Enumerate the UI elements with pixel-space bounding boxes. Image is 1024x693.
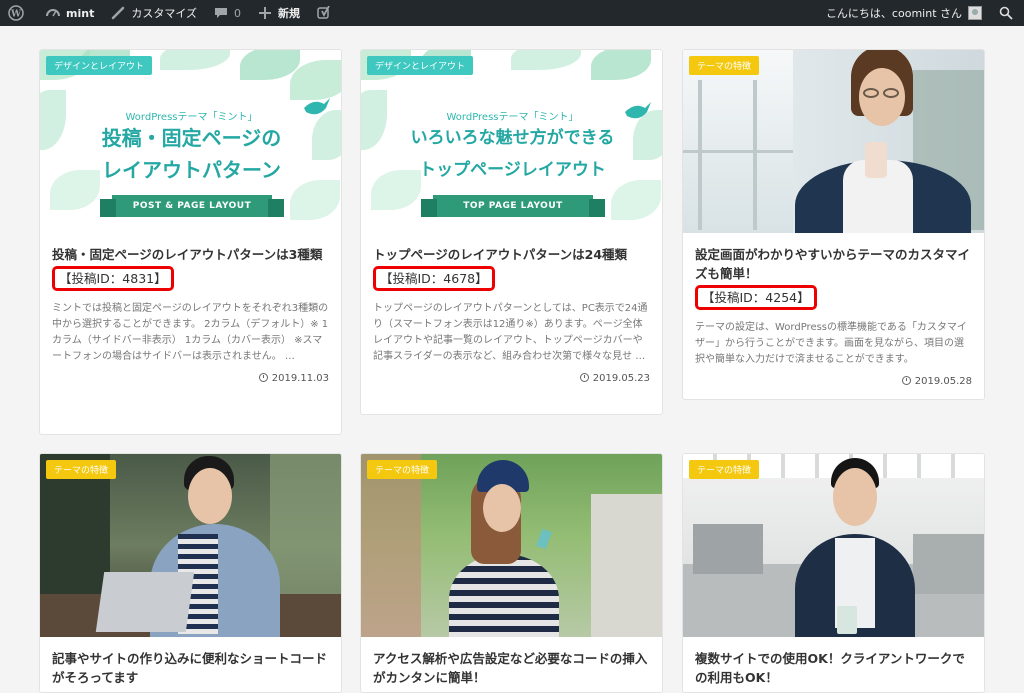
post-excerpt: ミントでは投稿と固定ページのレイアウトをそれぞれ3種類の中から選択することができ… bbox=[52, 303, 329, 362]
photo-thumbnail bbox=[683, 50, 984, 233]
post-card-6[interactable]: テーマの特徴 複数サイトでの使用OK！クライアントワークでの利用もOK！ bbox=[682, 453, 985, 693]
new-label: 新規 bbox=[278, 7, 300, 20]
photo-thumbnail bbox=[361, 454, 662, 637]
post-date: 2019.05.28 bbox=[683, 368, 984, 397]
post-title[interactable]: 記事やサイトの作り込みに便利なショートコードがそろってます bbox=[52, 649, 329, 687]
wordpress-icon: W bbox=[8, 5, 24, 21]
my-account-menu[interactable]: こんにちは、coomint さん bbox=[818, 0, 990, 26]
yoast-icon bbox=[316, 5, 332, 21]
post-thumbnail[interactable]: テーマの特徴 bbox=[361, 454, 662, 637]
thumb-subtitle: WordPressテーマ「ミント」 bbox=[446, 112, 579, 123]
post-thumbnail[interactable]: テーマの特徴 bbox=[40, 454, 341, 637]
post-id-highlight: 【投稿ID：4831】 bbox=[52, 266, 174, 291]
post-thumbnail[interactable]: テーマの特徴 bbox=[683, 454, 984, 637]
category-badge[interactable]: テーマの特徴 bbox=[689, 56, 760, 75]
post-title[interactable]: 複数サイトでの使用OK！クライアントワークでの利用もOK！ bbox=[695, 649, 972, 687]
post-title[interactable]: 設定画面がわかりやすいからテーマのカスタマイズも簡単！ bbox=[695, 245, 972, 283]
post-card-2[interactable]: WordPressテーマ「ミント」 いろいろな魅せ方ができる トップページレイアウ… bbox=[360, 49, 663, 415]
thumb-title: いろいろな魅せ方ができる トップページレイアウト bbox=[410, 128, 615, 180]
thumb-subtitle: WordPressテーマ「ミント」 bbox=[125, 112, 258, 123]
post-card-4[interactable]: テーマの特徴 記事やサイトの作り込みに便利なショートコードがそろってます bbox=[39, 453, 342, 693]
thumb-title: 投稿・固定ページの レイアウトパターン bbox=[101, 126, 282, 182]
wordpress-logo-menu[interactable]: W bbox=[0, 0, 37, 26]
illustrated-thumbnail: WordPressテーマ「ミント」 投稿・固定ページの レイアウトパターン POS… bbox=[40, 50, 341, 233]
post-thumbnail[interactable]: テーマの特徴 bbox=[683, 50, 984, 233]
customize-link[interactable]: カスタマイズ bbox=[102, 0, 205, 26]
category-badge[interactable]: デザインとレイアウト bbox=[46, 56, 153, 75]
site-name: mint bbox=[66, 6, 95, 20]
customize-label: カスタマイズ bbox=[131, 7, 197, 20]
avatar bbox=[968, 6, 982, 20]
brush-icon bbox=[110, 5, 126, 21]
illustrated-thumbnail: WordPressテーマ「ミント」 いろいろな魅せ方ができる トップページレイアウ… bbox=[361, 50, 662, 233]
clock-icon bbox=[258, 373, 268, 382]
category-badge[interactable]: デザインとレイアウト bbox=[367, 56, 474, 75]
post-card-5[interactable]: テーマの特徴 アクセス解析や広告設定など必要なコードの挿入がカンタンに簡単！ bbox=[360, 453, 663, 693]
svg-text:W: W bbox=[10, 10, 22, 20]
post-card-1[interactable]: WordPressテーマ「ミント」 投稿・固定ページの レイアウトパターン POS… bbox=[39, 49, 342, 435]
post-title[interactable]: アクセス解析や広告設定など必要なコードの挿入がカンタンに簡単！ bbox=[373, 649, 650, 687]
search-toggle[interactable] bbox=[990, 0, 1024, 26]
photo-thumbnail bbox=[683, 454, 984, 637]
photo-thumbnail bbox=[40, 454, 341, 637]
plus-icon bbox=[257, 5, 273, 21]
dashboard-icon bbox=[45, 5, 61, 21]
greeting-text: こんにちは、coomint さん bbox=[825, 7, 962, 20]
post-date: 2019.05.23 bbox=[361, 365, 662, 394]
post-id-highlight: 【投稿ID：4254】 bbox=[695, 285, 817, 310]
thumb-ribbon: TOP PAGE LAYOUT bbox=[421, 195, 605, 217]
post-title[interactable]: 投稿・固定ページのレイアウトパターンは3種類 bbox=[52, 245, 329, 264]
comments-count: 0 bbox=[234, 6, 241, 20]
thumb-ribbon: POST & PAGE LAYOUT bbox=[100, 195, 284, 217]
new-content-menu[interactable]: 新規 bbox=[249, 0, 308, 26]
search-icon bbox=[998, 5, 1014, 21]
post-card-3[interactable]: テーマの特徴 設定画面がわかりやすいからテーマのカスタマイズも簡単！ 【投稿ID… bbox=[682, 49, 985, 400]
post-id-highlight: 【投稿ID：4678】 bbox=[373, 266, 495, 291]
post-thumbnail[interactable]: WordPressテーマ「ミント」 投稿・固定ページの レイアウトパターン POS… bbox=[40, 50, 341, 233]
category-badge[interactable]: テーマの特徴 bbox=[689, 460, 760, 479]
post-date: 2019.11.03 bbox=[40, 365, 341, 394]
comments-link[interactable]: 0 bbox=[205, 0, 249, 26]
clock-icon bbox=[901, 376, 911, 385]
site-name-menu[interactable]: mint bbox=[37, 0, 102, 26]
category-badge[interactable]: テーマの特徴 bbox=[46, 460, 117, 479]
admin-bar: W mint カスタマイズ 0 新規 こんにちは、coomint さん bbox=[0, 0, 1024, 26]
post-excerpt: テーマの設定は、WordPressの標準機能である「カスタマイザー」から行うこと… bbox=[695, 322, 967, 365]
yoast-seo-menu[interactable] bbox=[308, 0, 345, 26]
post-excerpt: トップページのレイアウトパターンとしては、PC表示で24通り（スマートフォン表示… bbox=[373, 303, 648, 362]
post-title[interactable]: トップページのレイアウトパターンは24種類 bbox=[373, 245, 650, 264]
clock-icon bbox=[579, 373, 589, 382]
post-thumbnail[interactable]: WordPressテーマ「ミント」 いろいろな魅せ方ができる トップページレイアウ… bbox=[361, 50, 662, 233]
comment-bubble-icon bbox=[213, 5, 229, 21]
category-badge[interactable]: テーマの特徴 bbox=[367, 460, 438, 479]
